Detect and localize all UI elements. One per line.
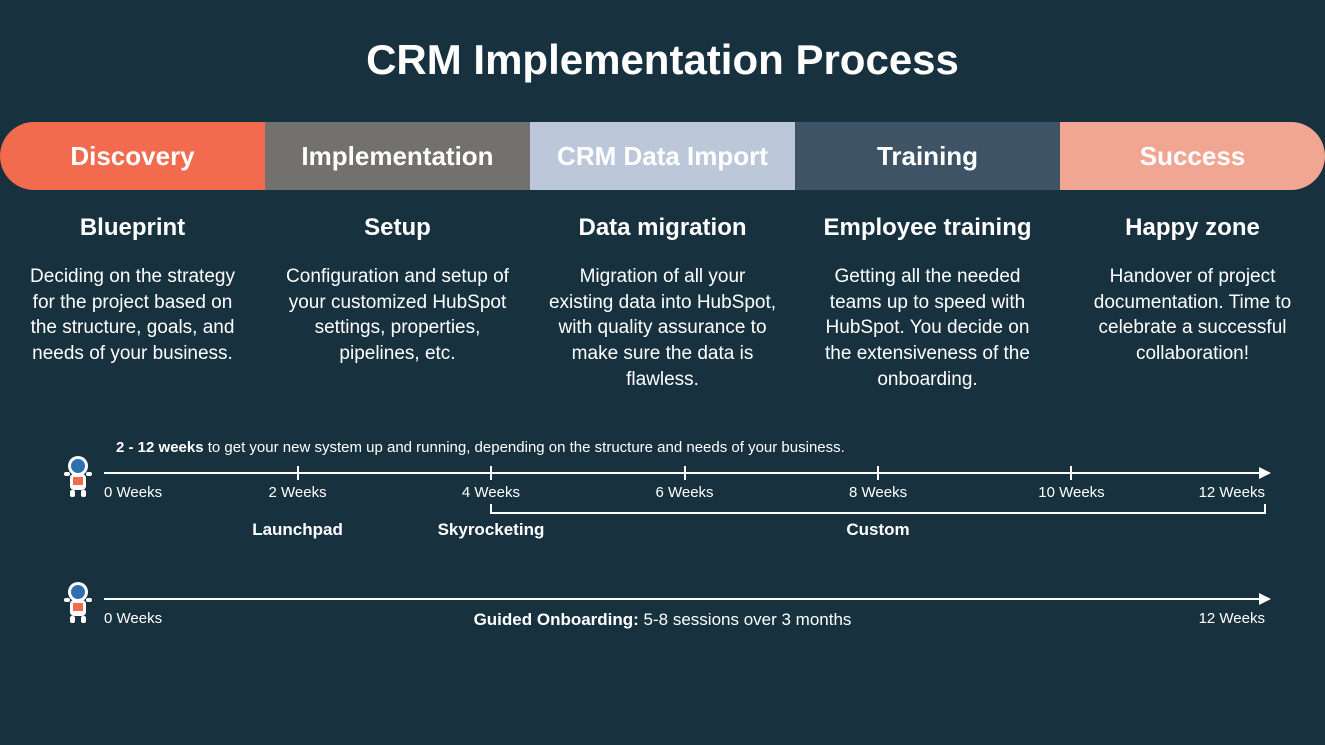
timeline-tick <box>297 466 299 480</box>
timeline-phase-label: Custom <box>846 520 909 540</box>
timeline-tick <box>877 466 879 480</box>
detail-column: Setup Configuration and setup of your cus… <box>265 214 530 392</box>
timeline-tick <box>490 466 492 480</box>
guided-bold: Guided Onboarding: <box>474 610 639 629</box>
detail-column: Employee training Getting all the needed … <box>795 214 1060 392</box>
detail-title: Employee training <box>813 214 1042 242</box>
detail-title: Data migration <box>548 214 777 242</box>
timeline-bracket <box>491 512 1265 514</box>
timeline-tick-label: 2 Weeks <box>268 484 326 501</box>
page-title: CRM Implementation Process <box>0 0 1325 122</box>
detail-column: Happy zone Handover of project documentat… <box>1060 214 1325 392</box>
timeline-tick-label: 6 Weeks <box>655 484 713 501</box>
timeline-axis <box>104 598 1265 600</box>
detail-title: Setup <box>283 214 512 242</box>
timeline-tick-label: 0 Weeks <box>104 484 162 501</box>
detail-description: Getting all the needed teams up to speed… <box>813 264 1042 392</box>
timeline-note-bold: 2 - 12 weeks <box>116 439 204 456</box>
timeline-tick-label: 8 Weeks <box>849 484 907 501</box>
stage-details-row: Blueprint Deciding on the strategy for th… <box>0 190 1325 392</box>
timeline-tick-label: 4 Weeks <box>462 484 520 501</box>
timeline-tick-label: 10 Weeks <box>1038 484 1104 501</box>
detail-title: Happy zone <box>1078 214 1307 242</box>
timeline-note-rest: to get your new system up and running, d… <box>204 439 845 456</box>
timeline-note: 2 - 12 weeks to get your new system up a… <box>116 438 1265 458</box>
guided-onboarding-label: Guided Onboarding: 5-8 sessions over 3 m… <box>60 610 1265 630</box>
timeline-bracket-end <box>490 504 492 514</box>
timeline-bracket-end <box>1264 504 1266 514</box>
stage-pill: Success <box>1060 122 1325 190</box>
detail-column: Data migration Migration of all your exis… <box>530 214 795 392</box>
timeline-section: 2 - 12 weeks to get your new system up a… <box>0 392 1325 648</box>
detail-description: Configuration and setup of your customiz… <box>283 264 512 367</box>
astronaut-icon <box>60 454 96 498</box>
stage-bar: DiscoveryImplementationCRM Data ImportTr… <box>0 122 1325 190</box>
timeline-arrow-icon <box>1259 467 1271 479</box>
detail-description: Migration of all your existing data into… <box>548 264 777 392</box>
timeline-phase-label: Skyrocketing <box>438 520 545 540</box>
timeline-tick <box>684 466 686 480</box>
detail-description: Deciding on the strategy for the project… <box>18 264 247 367</box>
timeline-arrow-icon <box>1259 593 1271 605</box>
guided-rest: 5-8 sessions over 3 months <box>639 610 852 629</box>
detail-title: Blueprint <box>18 214 247 242</box>
stage-pill: Training <box>795 122 1060 190</box>
timeline-tick <box>1070 466 1072 480</box>
timeline-phase-label: Launchpad <box>252 520 343 540</box>
timeline-secondary: 0 Weeks 12 Weeks Guided Onboarding: 5-8 … <box>60 588 1265 648</box>
detail-description: Handover of project documentation. Time … <box>1078 264 1307 367</box>
timeline-tick-label: 12 Weeks <box>1199 484 1265 501</box>
stage-pill: CRM Data Import <box>530 122 795 190</box>
stage-pill: Implementation <box>265 122 530 190</box>
timeline-primary: 0 Weeks 2 Weeks 4 Weeks 6 Weeks 8 Weeks 10 We… <box>60 462 1265 552</box>
stage-pill: Discovery <box>0 122 265 190</box>
detail-column: Blueprint Deciding on the strategy for th… <box>0 214 265 392</box>
